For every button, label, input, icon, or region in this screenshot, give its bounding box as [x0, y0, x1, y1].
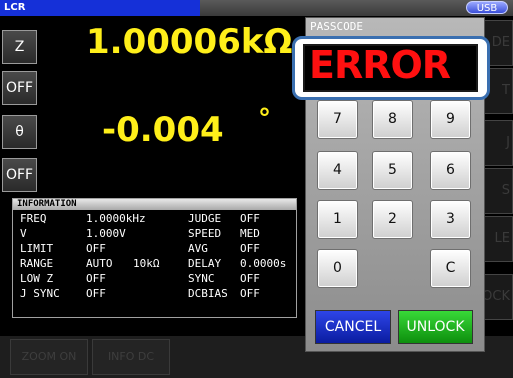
info-value: OFF	[240, 212, 260, 225]
info-value: AUTO	[86, 257, 113, 270]
info-label: J SYNC	[20, 287, 60, 300]
unlock-button[interactable]: UNLOCK	[398, 310, 473, 344]
key-1[interactable]: 1	[317, 200, 358, 239]
status-bar: LCR USB	[0, 0, 513, 16]
key-clear[interactable]: C	[430, 249, 471, 288]
info-value: 0.0000s	[240, 257, 287, 270]
info-label: DCBIAS	[188, 287, 228, 300]
param2-button[interactable]: OFF	[2, 71, 37, 105]
info-row: J SYNC OFF DCBIAS OFF	[13, 286, 296, 301]
param1-button[interactable]: Z	[2, 30, 37, 64]
info-label: LOW Z	[20, 272, 54, 285]
secondary-value: -0.004	[102, 110, 224, 150]
info-value: 1.000V	[86, 227, 126, 240]
info-value: 1.0000kHz	[86, 212, 146, 225]
passcode-dialog: PASSCODE ERROR 7 8 9 4 5 6 1 2 3 0 C CAN…	[292, 17, 490, 352]
info-dc-button[interactable]: INFO DC	[92, 339, 170, 375]
info-row: V 1.000V SPEED MED	[13, 226, 296, 241]
key-3[interactable]: 3	[430, 200, 471, 239]
key-5[interactable]: 5	[372, 151, 413, 190]
info-row: RANGE AUTO 10kΩ DELAY 0.0000s	[13, 256, 296, 271]
key-0[interactable]: 0	[317, 249, 358, 288]
info-value: OFF	[240, 272, 260, 285]
secondary-unit: °	[258, 104, 271, 134]
param4-button[interactable]: OFF	[2, 158, 37, 192]
key-7[interactable]: 7	[317, 100, 358, 139]
info-value: OFF	[240, 287, 260, 300]
info-value: OFF	[240, 242, 260, 255]
primary-value: 1.00006kΩ	[86, 22, 293, 62]
param3-button[interactable]: θ	[2, 115, 37, 149]
key-6[interactable]: 6	[430, 151, 471, 190]
zoom-on-button[interactable]: ZOOM ON	[10, 339, 88, 375]
info-label: SPEED	[188, 227, 222, 240]
key-9[interactable]: 9	[430, 100, 471, 139]
cancel-button[interactable]: CANCEL	[315, 310, 391, 344]
info-label: SYNC	[188, 272, 215, 285]
info-label: JUDGE	[188, 212, 222, 225]
info-label: AVG	[188, 242, 208, 255]
passcode-display: ERROR	[303, 43, 478, 92]
info-row: FREQ 1.0000kHz JUDGE OFF	[13, 211, 296, 226]
info-label: DELAY	[188, 257, 222, 270]
usb-badge: USB	[466, 1, 508, 14]
error-message: ERROR	[309, 43, 451, 87]
info-label: V	[20, 227, 27, 240]
information-panel: INFORMATION FREQ 1.0000kHz JUDGE OFF V 1…	[12, 198, 297, 318]
info-value: OFF	[86, 242, 106, 255]
info-value: 10kΩ	[133, 257, 160, 270]
info-label: LIMIT	[20, 242, 54, 255]
app-title: LCR	[0, 0, 200, 16]
info-row: LIMIT OFF AVG OFF	[13, 241, 296, 256]
info-row: LOW Z OFF SYNC OFF	[13, 271, 296, 286]
key-8[interactable]: 8	[372, 100, 413, 139]
key-2[interactable]: 2	[372, 200, 413, 239]
info-label: FREQ	[20, 212, 47, 225]
information-title: INFORMATION	[13, 199, 296, 210]
info-value: MED	[240, 227, 260, 240]
info-value: OFF	[86, 287, 106, 300]
key-4[interactable]: 4	[317, 151, 358, 190]
info-label: RANGE	[20, 257, 54, 270]
info-value: OFF	[86, 272, 106, 285]
dialog-title: PASSCODE	[310, 20, 363, 33]
